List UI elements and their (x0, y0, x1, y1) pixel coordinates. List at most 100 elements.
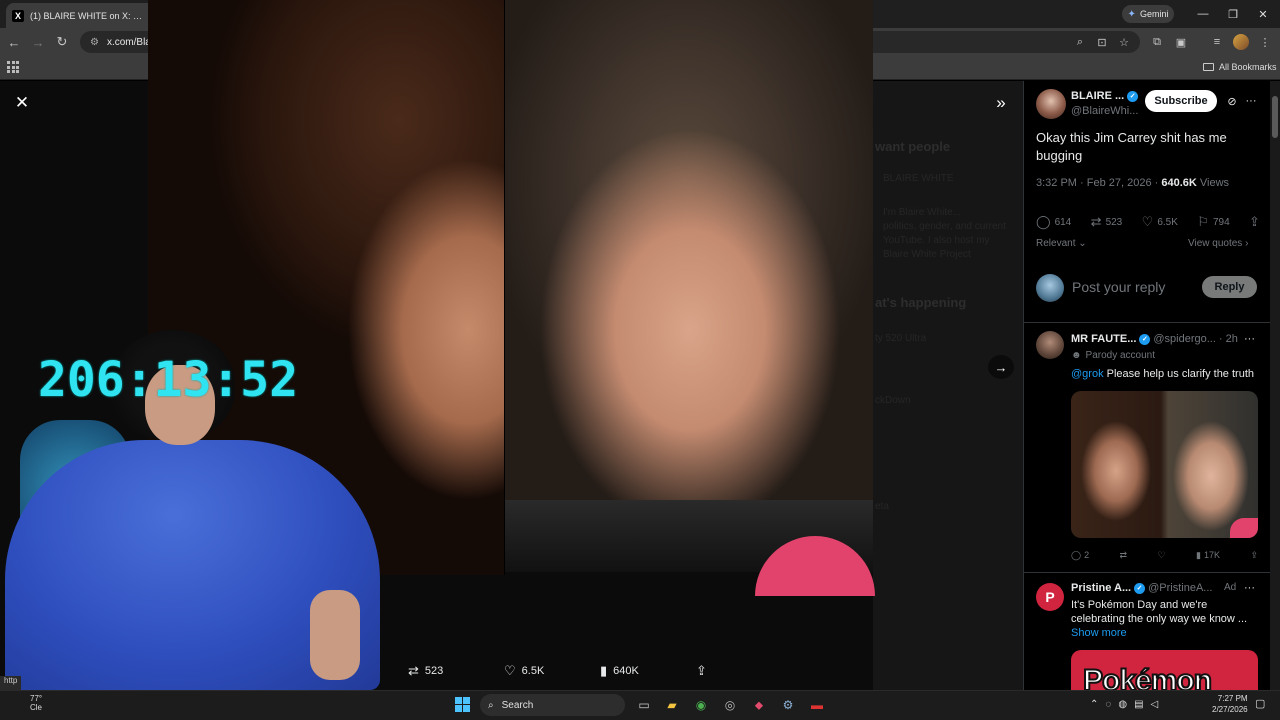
steam-icon[interactable]: ⚙ (778, 695, 798, 715)
windows-start-icon[interactable] (455, 697, 470, 712)
forward-icon[interactable]: → (29, 33, 47, 51)
scrollbar[interactable] (1270, 81, 1280, 690)
install-app-icon[interactable]: ⊡ (1094, 34, 1110, 50)
scrollbar-thumb[interactable] (1272, 96, 1278, 138)
ghost-text: ckDown (875, 395, 911, 406)
bookmark-star-icon[interactable]: ☆ (1116, 34, 1132, 50)
reply-submit-button[interactable]: Reply (1202, 276, 1257, 298)
retweet-button[interactable]: ⇄ 523 (1091, 214, 1123, 230)
reply-author-row[interactable]: MR FAUTE... ✓ @spidergo... · 2h (1071, 333, 1238, 345)
grok-mention-link[interactable]: @grok (1071, 368, 1104, 380)
browser-menu-icon[interactable]: ⋮ (1257, 34, 1273, 50)
ghost-text: YouTube. I also host my (883, 235, 990, 246)
share-button[interactable]: ⇪ (1250, 550, 1258, 561)
author-name-row[interactable]: BLAIRE ... ✓ (1071, 90, 1139, 102)
chevron-up-icon[interactable]: ⌃ (1090, 699, 1098, 710)
views-button[interactable]: ▮ 640K (600, 663, 696, 679)
more-options-icon[interactable]: ··· (1244, 94, 1258, 108)
ghost-heading: at's happening (875, 295, 967, 310)
taskbar-search[interactable]: ⌕ Search (480, 694, 625, 716)
taskbar-clock[interactable]: 7:27 PM 2/27/2026 (1212, 693, 1248, 715)
ad-image[interactable]: Pokémon (1071, 650, 1258, 690)
all-bookmarks-button[interactable]: All Bookmarks (1203, 59, 1277, 75)
restore-button[interactable]: ❐ (1222, 4, 1244, 24)
app-pin-icon[interactable]: ⬥ (749, 695, 769, 715)
side-panel-icon[interactable]: ▣ (1173, 34, 1189, 50)
bookmark-button[interactable]: ⚐ 794 (1197, 214, 1229, 230)
like-button[interactable]: ♡ 6.5K (504, 663, 600, 679)
photo-right-half (505, 0, 873, 572)
like-button[interactable]: ♡ 6.5K (1142, 214, 1178, 230)
close-window-button[interactable]: ✕ (1252, 4, 1274, 24)
status-url: http (0, 676, 22, 690)
tweet-time[interactable]: 3:32 PM · Feb 27, 2026 · (1036, 177, 1161, 189)
like-count: 6.5K (521, 665, 545, 677)
obs-icon[interactable]: ◎ (720, 695, 740, 715)
more-options-icon[interactable]: ··· (1244, 333, 1258, 347)
reload-icon[interactable]: ↻ (53, 33, 71, 51)
tweet-views-count: 640.6K (1161, 177, 1197, 189)
view-quotes-link[interactable]: View quotes › (1188, 238, 1248, 249)
parody-label: Parody account (1085, 350, 1156, 361)
tab-title: (1) BLAIRE WHITE on X: "Okay t (30, 10, 143, 21)
reply-icon: ◯ (1036, 214, 1051, 229)
author-handle[interactable]: @BlaireWhi... (1071, 105, 1138, 117)
zoom-icon[interactable]: ⌕ (1072, 34, 1088, 50)
author-avatar[interactable] (1036, 89, 1066, 119)
ad-avatar[interactable]: P (1036, 583, 1064, 611)
reply-sort-dropdown[interactable]: Relevant ⌄ (1036, 238, 1087, 249)
reply-input[interactable]: Post your reply (1072, 279, 1165, 295)
author-name: BLAIRE ... (1071, 90, 1125, 102)
file-explorer-icon[interactable]: ▰ (662, 695, 682, 715)
retweet-icon: ⇄ (1119, 549, 1128, 560)
tray-app-icon[interactable]: ◌ (1105, 699, 1111, 710)
retweet-button[interactable]: ⇄ 523 (408, 663, 504, 679)
bookmark-count: 794 (1212, 216, 1230, 228)
share-button[interactable]: ⇪ (1249, 214, 1260, 230)
chrome-icon[interactable]: ◉ (691, 695, 711, 715)
grok-icon[interactable]: ⊘ (1225, 94, 1239, 108)
ghost-text: ty 520 Ultra (875, 333, 927, 344)
profile-avatar[interactable] (1233, 34, 1249, 50)
ad-author-handle: @PristineA... (1148, 582, 1213, 594)
reply-icon: ◯ (1071, 549, 1082, 560)
back-icon[interactable]: ← (5, 33, 23, 51)
reply-text: @grok Please help us clarify the truth (1071, 368, 1261, 380)
close-icon[interactable]: ✕ (10, 92, 34, 114)
retweet-button[interactable]: ⇄ (1120, 550, 1128, 561)
expand-panel-icon[interactable]: » (988, 91, 1014, 115)
task-view-icon[interactable]: ▭ (634, 695, 654, 715)
media-controls-icon[interactable]: ≡ (1209, 34, 1225, 50)
tray-app-icon[interactable]: ◍ (1118, 699, 1127, 710)
reply-count: 614 (1054, 216, 1072, 228)
reply-button[interactable]: ◯ 614 (1036, 214, 1071, 230)
share-button[interactable]: ⇪ (696, 663, 726, 679)
browser-tab[interactable]: X (1) BLAIRE WHITE on X: "Okay t ✕ (6, 3, 164, 28)
more-options-icon[interactable]: ··· (1244, 582, 1255, 594)
app-red-icon[interactable]: ▬ (807, 695, 827, 715)
gemini-button[interactable]: ✦ Gemini (1122, 5, 1174, 23)
volume-icon[interactable]: ◁ (1151, 699, 1159, 710)
reply-button[interactable]: ◯ 2 (1071, 550, 1089, 561)
ad-author-row[interactable]: Pristine A... ✓ @PristineA... (1071, 582, 1212, 594)
reply-image[interactable] (1071, 391, 1258, 538)
like-button[interactable]: ♡ (1158, 550, 1166, 561)
reply-avatar[interactable] (1036, 331, 1064, 359)
network-icon[interactable]: ▤ (1134, 699, 1143, 710)
retweet-count: 523 (424, 665, 444, 677)
extension-icon[interactable]: ⧉ (1149, 34, 1165, 50)
notification-icon[interactable]: ▢ (1255, 697, 1265, 710)
weather-widget[interactable]: 77° Cle (10, 694, 50, 716)
minimize-button[interactable]: — (1192, 4, 1214, 24)
views-button[interactable]: ▮ 17K (1196, 550, 1220, 561)
site-info-icon[interactable]: ⚙ (90, 37, 99, 48)
heart-icon: ♡ (1141, 214, 1154, 229)
apps-grid-icon[interactable] (7, 61, 19, 73)
verified-icon: ✓ (1127, 90, 1139, 102)
retweet-icon: ⇄ (408, 663, 419, 678)
subscribe-button[interactable]: Subscribe (1145, 90, 1217, 112)
gemini-icon: ✦ (1127, 8, 1136, 20)
show-more-link[interactable]: Show more (1071, 627, 1127, 639)
ad-text: It's Pokémon Day and we're celebrating t… (1071, 599, 1248, 625)
next-photo-icon[interactable]: → (988, 355, 1014, 379)
